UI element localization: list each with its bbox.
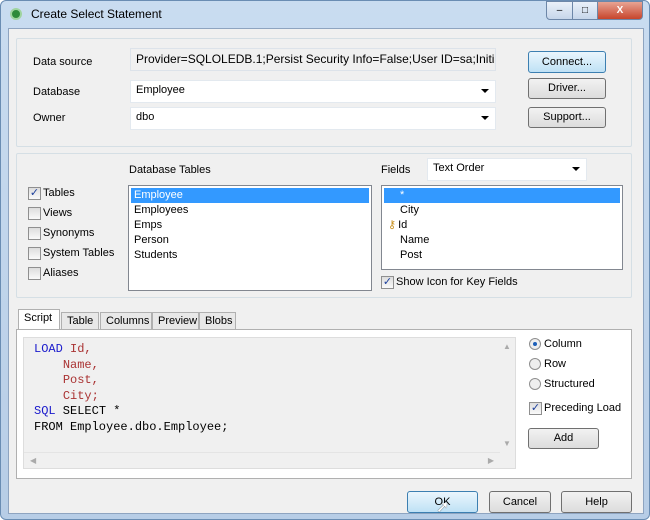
maximize-button[interactable]: □ xyxy=(572,1,598,20)
database-combo[interactable]: Employee xyxy=(130,80,496,103)
filter-label: Views xyxy=(43,207,73,219)
field-token: City; xyxy=(62,388,99,403)
list-item[interactable]: City xyxy=(384,203,620,218)
tab-preview[interactable]: Preview xyxy=(152,312,199,330)
list-item[interactable]: Students xyxy=(131,248,369,263)
sql-text: SELECT * xyxy=(55,404,121,418)
preceding-load-label: Preceding Load xyxy=(544,402,622,414)
fields-label: Fields xyxy=(381,164,411,176)
close-button[interactable]: X xyxy=(597,1,643,20)
list-item[interactable]: ⚷ Id xyxy=(384,218,620,233)
list-item[interactable]: Employee xyxy=(131,188,369,203)
help-button[interactable]: Help xyxy=(561,491,632,513)
radio-label: Column xyxy=(544,338,582,350)
filter-label: Synonyms xyxy=(43,227,95,239)
horizontal-scrollbar[interactable]: ◀ ▶ xyxy=(24,452,500,468)
owner-combo[interactable]: dbo xyxy=(130,107,496,130)
field-token: Name, xyxy=(62,357,99,372)
checkbox-checked[interactable]: ✓ xyxy=(28,187,41,200)
field-name: Id xyxy=(398,219,408,231)
checkbox[interactable] xyxy=(28,207,41,220)
list-item[interactable]: * xyxy=(384,188,620,203)
field-order-value: Text Order xyxy=(433,162,485,174)
field-token: Id, xyxy=(62,342,92,356)
owner-label: Owner xyxy=(33,112,66,124)
list-item[interactable]: Employees xyxy=(131,203,369,218)
field-order-combo[interactable]: Text Order xyxy=(427,158,587,181)
sql-text: FROM Employee.dbo.Employee; xyxy=(34,419,229,434)
radio-column[interactable] xyxy=(529,338,541,350)
tab-script[interactable]: Script xyxy=(18,309,60,330)
keyword: SQL xyxy=(34,404,56,418)
keyword: LOAD xyxy=(34,342,63,356)
checkbox[interactable] xyxy=(28,267,41,280)
chevron-down-icon xyxy=(481,116,489,120)
window-title: Create Select Statement xyxy=(31,7,162,21)
radio-structured[interactable] xyxy=(529,378,541,390)
filter-label: Aliases xyxy=(43,267,79,279)
chevron-down-icon xyxy=(572,167,580,171)
filter-label: System Tables xyxy=(43,247,115,259)
script-editor[interactable]: LOAD Id, Name, Post, City; SQL SELECT * … xyxy=(23,337,516,469)
filter-label: Tables xyxy=(43,187,75,199)
checkbox[interactable] xyxy=(28,227,41,240)
vertical-scrollbar[interactable]: ▲ ▼ xyxy=(499,338,515,452)
show-icon-checkbox[interactable]: ✓ xyxy=(381,276,394,289)
tab-blobs[interactable]: Blobs xyxy=(199,312,236,330)
tab-table[interactable]: Table xyxy=(61,312,99,330)
database-label: Database xyxy=(33,86,81,98)
preceding-load-checkbox[interactable]: ✓ xyxy=(529,402,542,415)
driver-button[interactable]: Driver... xyxy=(528,78,606,99)
owner-value: dbo xyxy=(136,111,155,123)
add-button[interactable]: Add xyxy=(528,428,599,449)
list-item[interactable]: Post xyxy=(384,248,620,263)
key-icon: ⚷ xyxy=(388,219,397,231)
radio-label: Row xyxy=(544,358,567,370)
minimize-button[interactable]: ‒ xyxy=(546,1,573,20)
mouse-cursor-icon: ➚ xyxy=(436,499,450,516)
script-text[interactable]: LOAD Id, Name, Post, City; SQL SELECT * … xyxy=(34,342,228,435)
chevron-down-icon xyxy=(481,89,489,93)
connect-button[interactable]: Connect... xyxy=(528,51,606,73)
radio-row[interactable] xyxy=(529,358,541,370)
field-token: Post, xyxy=(62,373,99,387)
fields-list[interactable]: * City ⚷ Id Name Post xyxy=(381,185,623,270)
show-icon-label: Show Icon for Key Fields xyxy=(396,276,518,288)
object-filters: ✓ Tables Views Synonyms System Tables Ali… xyxy=(28,187,118,287)
cancel-button[interactable]: Cancel xyxy=(489,491,551,513)
checkbox[interactable] xyxy=(28,247,41,260)
database-value: Employee xyxy=(136,84,185,96)
data-source-field[interactable]: Provider=SQLOLEDB.1;Persist Security Inf… xyxy=(130,48,496,71)
list-item[interactable]: Name xyxy=(384,233,620,248)
tab-columns[interactable]: Columns xyxy=(100,312,152,330)
list-item[interactable]: Person xyxy=(131,233,369,248)
database-tables-label: Database Tables xyxy=(129,164,211,176)
support-button[interactable]: Support... xyxy=(528,107,606,128)
dialog-window: Create Select Statement ‒ □ X Data sourc… xyxy=(0,0,650,520)
app-icon xyxy=(10,8,22,20)
tables-list[interactable]: Employee Employees Emps Person Students xyxy=(128,185,372,291)
list-item[interactable]: Emps xyxy=(131,218,369,233)
data-source-label: Data source xyxy=(33,56,93,68)
radio-label: Structured xyxy=(544,378,595,390)
